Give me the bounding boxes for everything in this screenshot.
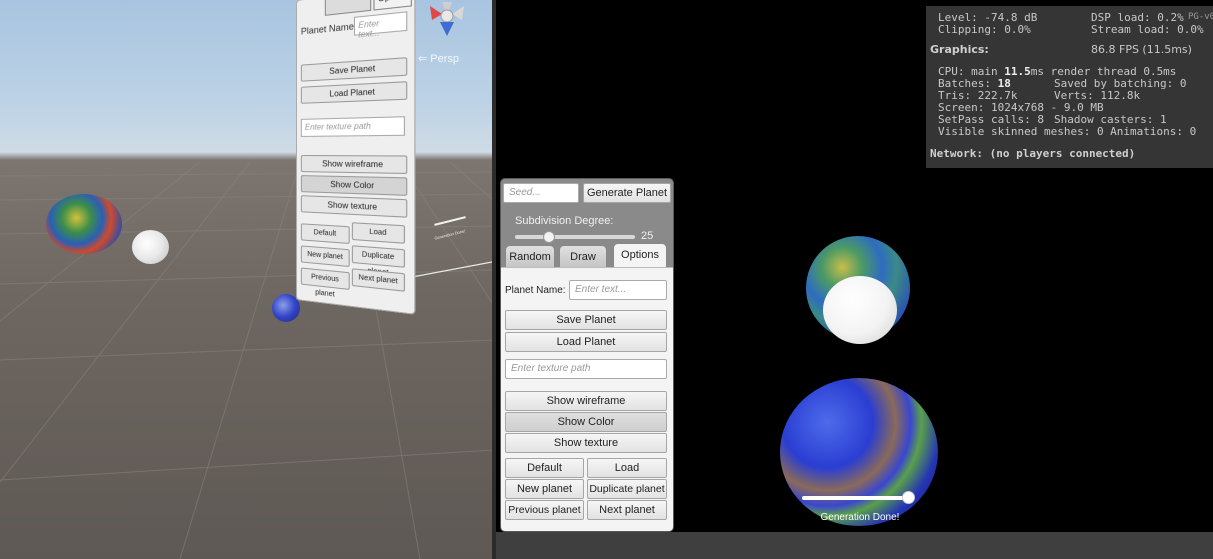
load-planet-button[interactable]: Load Planet	[505, 332, 667, 352]
stat-screen: Screen: 1024x768 - 9.0 MB	[938, 101, 1104, 114]
tab-random[interactable]: Random	[505, 245, 555, 269]
stat-visible-skinned: Visible skinned meshes: 0 Animations: 0	[938, 125, 1197, 138]
world-planet-name-input[interactable]: Enter text...	[353, 11, 408, 40]
default-button[interactable]: Default	[505, 458, 584, 478]
planet-white[interactable]	[132, 230, 169, 264]
world-show-color-button[interactable]: Show Color	[300, 175, 408, 196]
texture-path-input[interactable]: Enter texture path	[505, 359, 667, 379]
network-status: Network: (no players connected)	[930, 147, 1136, 160]
orientation-gizmo-icon[interactable]	[412, 2, 482, 38]
stat-shadow-casters: Shadow casters: 1	[1054, 113, 1167, 126]
world-duplicate-planet-button[interactable]: Duplicate planet	[351, 245, 405, 277]
new-planet-button[interactable]: New planet	[505, 479, 584, 499]
load-button[interactable]: Load	[587, 458, 667, 478]
stat-verts: Verts: 112.8k	[1054, 89, 1141, 102]
stat-cpu: CPU: main 11.5ms render thread 0.5ms	[938, 65, 1177, 78]
stats-overlay: Level: -74.8 dB DSP load: 0.2% PG-v0.2 C…	[926, 6, 1213, 168]
show-color-button[interactable]: Show Color	[505, 412, 667, 432]
subdivision-label: Subdivision Degree:	[515, 215, 614, 227]
stat-tris: Tris: 222.7k	[938, 89, 1018, 102]
planet-earthlike[interactable]	[46, 194, 122, 254]
stat-batches: Batches: 18	[938, 77, 1011, 90]
planet-generator-panel: Seed... Generate Planet Subdivision Degr…	[500, 178, 674, 532]
subdivision-slider-track[interactable]	[515, 235, 635, 239]
world-show-texture-button[interactable]: Show texture	[300, 195, 408, 218]
world-show-wireframe-button[interactable]: Show wireframe	[300, 155, 408, 175]
game-planet-white[interactable]	[823, 276, 897, 344]
world-texture-path-input[interactable]: Enter texture path	[300, 116, 405, 137]
stat-dsp-load: DSP load: 0.2%	[1091, 11, 1184, 24]
generate-planet-button[interactable]: Generate Planet	[583, 183, 671, 203]
next-planet-button[interactable]: Next planet	[587, 500, 667, 520]
planet-name-label: Planet Name:	[505, 285, 566, 296]
game-view[interactable]: Generation Done! Level: -74.8 dB DSP loa…	[496, 0, 1213, 532]
previous-planet-button[interactable]: Previous planet	[505, 500, 584, 520]
stat-level: Level: -74.8 dB	[938, 11, 1038, 24]
tab-draw[interactable]: Draw	[559, 245, 607, 269]
tab-options[interactable]: Options	[613, 243, 667, 269]
world-space-options-panel[interactable]: Options Planet Name: Enter text... Save …	[296, 0, 416, 315]
generation-progress-knob[interactable]	[902, 491, 915, 504]
perspective-arrow-icon: ⇐	[418, 53, 431, 65]
generation-progress-track	[802, 496, 906, 500]
world-save-planet-button[interactable]: Save Planet	[300, 57, 408, 82]
stat-setpass: SetPass calls: 8	[938, 113, 1044, 126]
world-new-planet-button[interactable]: New planet	[300, 245, 350, 268]
scene-view[interactable]: Options Planet Name: Enter text... Save …	[0, 0, 494, 559]
graphics-header: Graphics:	[930, 43, 989, 56]
save-planet-button[interactable]: Save Planet	[505, 310, 667, 330]
world-default-button[interactable]: Default	[300, 223, 350, 245]
world-next-planet-button[interactable]: Next planet	[351, 268, 405, 292]
projection-label[interactable]: ⇐ Persp	[418, 52, 459, 65]
world-load-button[interactable]: Load	[351, 222, 405, 244]
game-view-bottom-bar	[496, 532, 1213, 559]
world-tab-options[interactable]: Options	[373, 0, 412, 11]
subdivision-slider-knob[interactable]	[542, 231, 555, 243]
version-tag: PG-v0.2	[1188, 12, 1213, 22]
planet-name-input[interactable]: Enter text...	[569, 280, 667, 300]
world-previous-planet-button[interactable]: Previous planet	[300, 267, 350, 299]
stat-saved-by-batching: Saved by batching: 0	[1054, 77, 1187, 90]
world-load-planet-button[interactable]: Load Planet	[300, 81, 408, 104]
world-planet-name-label: Planet Name:	[300, 20, 357, 37]
generation-status: Generation Done!	[820, 512, 900, 523]
world-tab-draw[interactable]	[324, 0, 372, 16]
subdivision-value: 25	[641, 230, 654, 242]
stat-fps: 86.8 FPS (11.5ms)	[1091, 43, 1192, 56]
ground-grid	[0, 161, 494, 559]
show-wireframe-button[interactable]: Show wireframe	[505, 391, 667, 411]
show-texture-button[interactable]: Show texture	[505, 433, 667, 453]
seed-input[interactable]: Seed...	[503, 183, 579, 203]
options-tab-content: Planet Name: Enter text... Save Planet L…	[501, 267, 673, 531]
duplicate-planet-button[interactable]: Duplicate planet	[587, 479, 667, 499]
game-planet-blue[interactable]	[780, 378, 938, 526]
stat-stream-load: Stream load: 0.0%	[1091, 23, 1204, 36]
stat-clipping: Clipping: 0.0%	[938, 23, 1031, 36]
